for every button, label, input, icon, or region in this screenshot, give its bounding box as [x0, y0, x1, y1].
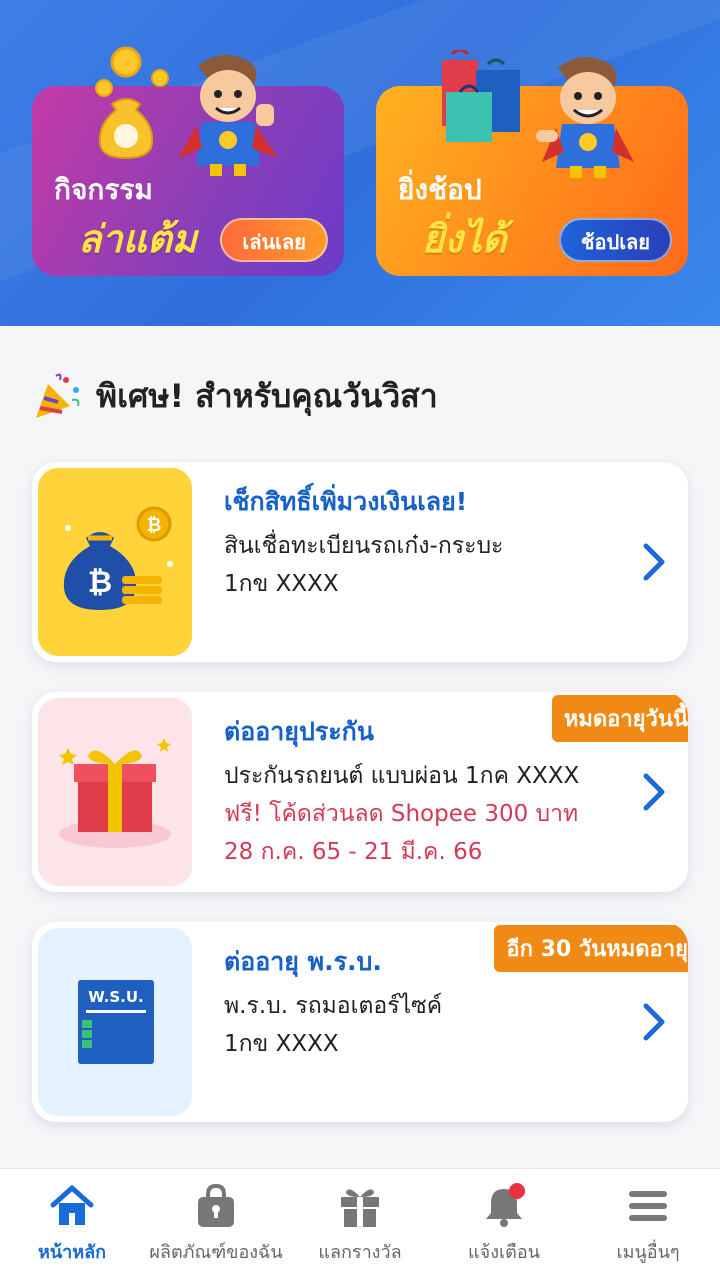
nav-label: แลกรางวัล — [318, 1242, 402, 1263]
notification-dot — [509, 1183, 525, 1199]
expiry-badge: หมดอายุวันนี้ — [551, 695, 688, 742]
gift-icon — [59, 738, 171, 848]
chevron-right-icon[interactable] — [640, 1002, 668, 1042]
money-bag-icon — [95, 46, 169, 160]
nav-item-more[interactable]: เมนูอื่นๆ — [576, 1169, 720, 1280]
mascot-icon — [178, 54, 278, 176]
card-plate: 1กข XXXX — [224, 571, 339, 597]
offer-card-compulsory[interactable]: W.S.U. อีก 30 วันหมดอายุ ต่ออายุ พ.ร.บ. … — [32, 922, 688, 1122]
nav-item-home[interactable]: หน้าหลัก — [0, 1169, 144, 1280]
card-thumbnail: W.S.U. — [38, 928, 192, 1116]
nav-label: เมนูอื่นๆ — [616, 1242, 680, 1263]
bag-icon — [198, 1183, 234, 1227]
home-icon — [50, 1185, 94, 1225]
gift-icon — [341, 1189, 379, 1227]
card-title: ต่ออายุประกัน — [224, 717, 374, 746]
money-bag-icon: ₿ ₿ — [63, 506, 173, 610]
promo-title: กิจกรรม — [54, 173, 153, 206]
chevron-right-icon[interactable] — [640, 772, 668, 812]
bottom-nav: หน้าหลัก ผลิตภัณฑ์ของฉัน แลกรางวัล แจ้งเ… — [0, 1168, 720, 1280]
bell-icon — [486, 1183, 525, 1227]
play-now-button[interactable]: เล่นเลย — [220, 218, 328, 262]
document-icon: W.S.U. — [78, 980, 154, 1064]
chevron-right-icon[interactable] — [640, 542, 668, 582]
nav-label: หน้าหลัก — [37, 1242, 107, 1263]
card-thumbnail — [38, 698, 192, 886]
card-subtitle: พ.ร.บ. รถมอเตอร์ไซค์ — [224, 993, 443, 1019]
shop-now-button[interactable]: ช้อปเลย — [558, 218, 672, 262]
mascot-icon — [536, 56, 634, 178]
nav-item-notifications[interactable]: แจ้งเตือน — [432, 1169, 576, 1280]
card-title: เช็กสิทธิ์เพิ่มวงเงินเลย! — [224, 487, 468, 516]
expiry-badge: อีก 30 วันหมดอายุ — [494, 925, 688, 972]
promo-subtitle: ยิ่งได้ — [422, 217, 507, 261]
menu-icon — [629, 1191, 667, 1221]
section-title-text: พิเศษ! สำหรับคุณวันวิสา — [96, 376, 438, 415]
card-plate: 1กข XXXX — [224, 1031, 339, 1057]
offer-card-insurance[interactable]: หมดอายุวันนี้ ต่ออายุประกัน ประกันรถยนต์… — [32, 692, 688, 892]
promo-title: ยิ่งช้อป — [398, 173, 482, 206]
card-dates: 28 ก.ค. 65 - 21 มี.ค. 66 — [224, 839, 483, 865]
card-subtitle: สินเชื่อทะเบียนรถเก๋ง-กระบะ — [224, 533, 504, 559]
card-promo: ฟรี! โค้ดส่วนลด Shopee 300 บาท — [224, 801, 579, 827]
nav-label: ผลิตภัณฑ์ของฉัน — [149, 1242, 283, 1263]
card-subtitle: ประกันรถยนต์ แบบผ่อน 1กค XXXX — [224, 763, 580, 789]
svg-text:₿: ₿ — [88, 565, 112, 600]
promo-header: กิจกรรม ล่าแต้ม เล่นเลย ยิ่งช้อป ยิ่งได้… — [0, 0, 720, 326]
section-title: พิเศษ! สำหรับคุณวันวิสา — [32, 370, 438, 422]
card-thumbnail: ₿ ₿ — [38, 468, 192, 656]
document-label: W.S.U. — [88, 988, 144, 1006]
nav-item-my-products[interactable]: ผลิตภัณฑ์ของฉัน — [144, 1169, 288, 1280]
party-popper-icon — [36, 373, 80, 418]
svg-text:₿: ₿ — [147, 515, 162, 536]
shopping-bags-icon — [442, 50, 520, 142]
promo-subtitle: ล่าแต้ม — [78, 217, 197, 261]
card-title: ต่ออายุ พ.ร.บ. — [224, 947, 382, 976]
nav-label: แจ้งเตือน — [468, 1242, 540, 1263]
offer-card-loan[interactable]: ₿ ₿ เช็กสิทธิ์เพิ่มวงเงินเลย! สินเชื่อทะ… — [32, 462, 688, 662]
nav-item-rewards[interactable]: แลกรางวัล — [288, 1169, 432, 1280]
